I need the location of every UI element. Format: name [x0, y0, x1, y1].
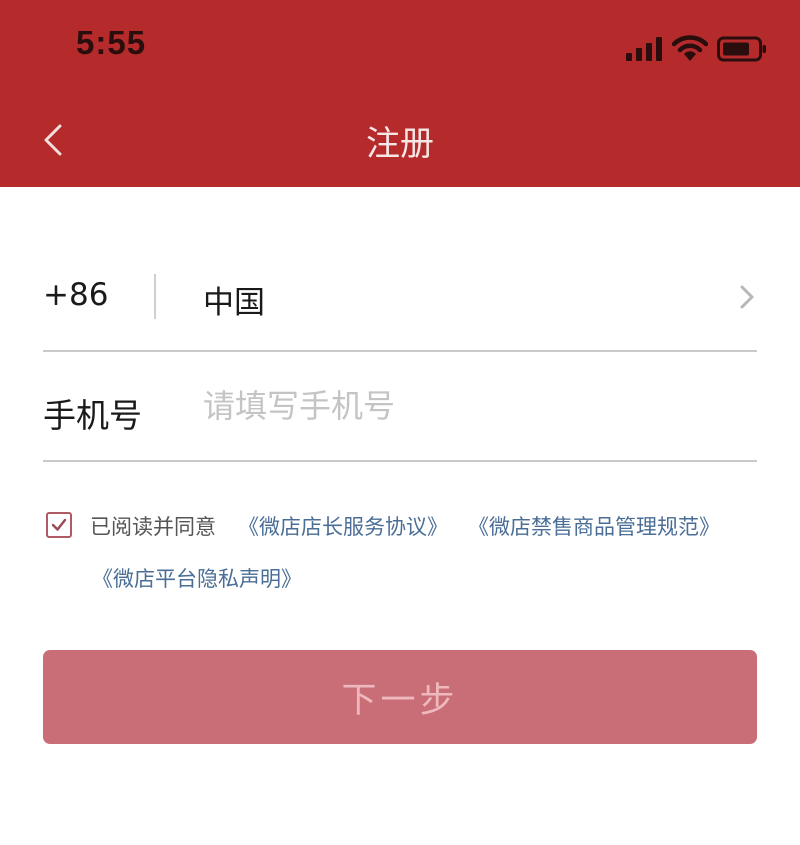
chevron-right-icon	[740, 285, 754, 309]
country-name: 中国	[203, 285, 265, 321]
app-header: 5:55 注册	[0, 0, 800, 187]
battery-icon	[717, 36, 766, 62]
phone-row: 手机号	[43, 352, 757, 460]
status-time: 5:55	[76, 24, 147, 61]
country-selector[interactable]: +86 中国	[43, 243, 757, 350]
agreement-checkbox[interactable]	[46, 512, 72, 538]
signal-icon	[626, 37, 662, 61]
next-step-button[interactable]: 下一步	[43, 650, 757, 744]
divider	[43, 460, 757, 462]
agreement-text: 已阅读并同意	[90, 515, 216, 539]
prohibited-goods-rules-link[interactable]: 《微店禁售商品管理规范》	[468, 511, 720, 541]
divider	[154, 274, 156, 319]
privacy-statement-link[interactable]: 《微店平台隐私声明》	[92, 563, 302, 593]
page-title: 注册	[366, 124, 434, 164]
service-agreement-link[interactable]: 《微店店长服务协议》	[238, 511, 448, 541]
checkmark-icon	[51, 518, 67, 531]
phone-input[interactable]	[203, 378, 743, 434]
phone-label: 手机号	[43, 396, 142, 435]
wifi-icon	[672, 35, 708, 61]
country-code: +86	[43, 277, 109, 313]
